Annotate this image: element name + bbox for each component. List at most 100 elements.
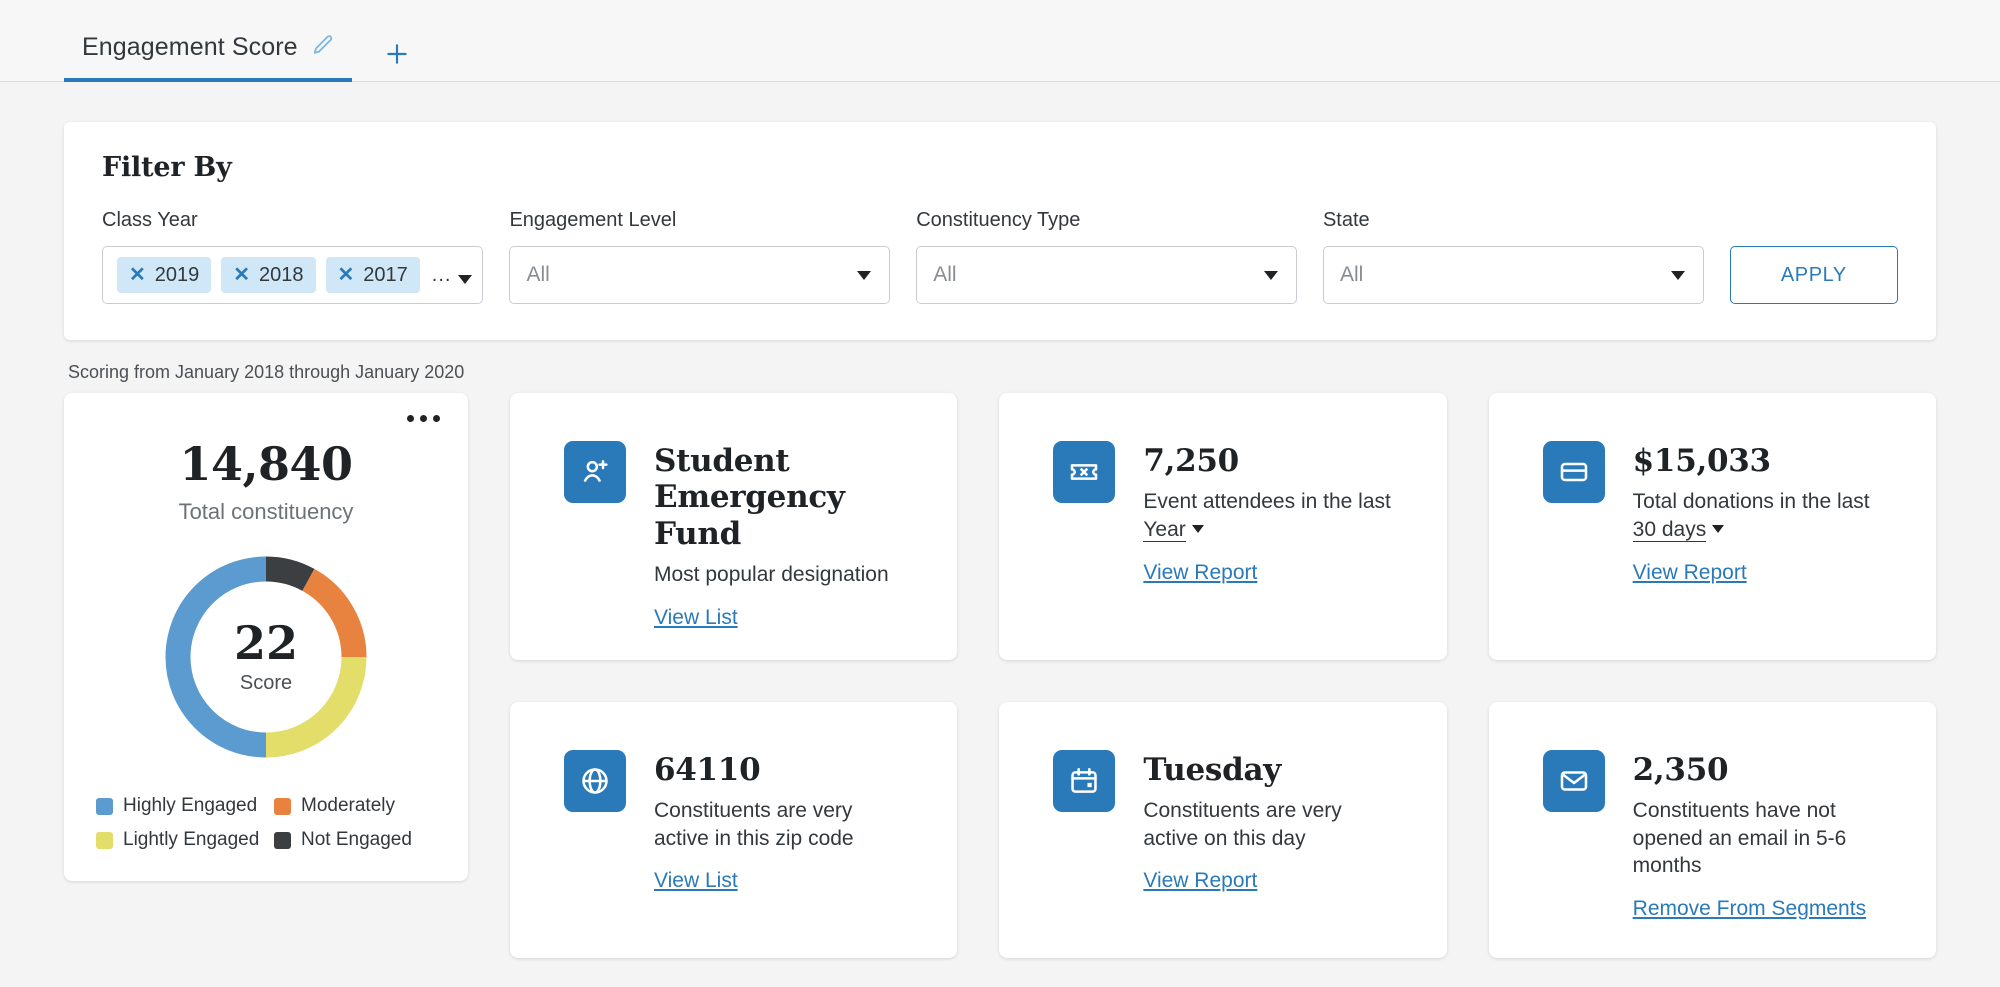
engagement-level-select[interactable]: All (509, 246, 891, 304)
legend-label: Highly Engaged (123, 795, 258, 816)
chevron-down-icon[interactable] (1191, 524, 1204, 533)
class-year-input[interactable]: ✕ 2019 ✕ 2018 ✕ 2017 ... (102, 246, 484, 304)
pencil-icon[interactable] (312, 34, 334, 61)
score-value: 22 (233, 615, 298, 670)
timeframe-dropdown[interactable]: Year (1143, 517, 1186, 542)
stat-card-active-day: Tuesday Constituents are very active on … (999, 701, 1447, 958)
total-constituency-label: Total constituency (178, 499, 354, 524)
filter-field-constituency-type: Constituency Type All (916, 209, 1297, 304)
chevron-down-icon[interactable] (1712, 524, 1725, 533)
close-icon[interactable]: ✕ (233, 265, 250, 285)
total-constituency-value: 14,840 (179, 437, 353, 491)
user-add-icon (564, 441, 626, 503)
legend-item-highly-engaged: Highly Engaged (96, 795, 264, 817)
engagement-score-card: 14,840 Total constituency 22 Score Highl… (64, 393, 468, 881)
legend-swatch (96, 797, 113, 815)
chart-legend: Highly Engaged Moderately Lightly Engage… (90, 795, 442, 851)
filter-panel: Filter By Class Year ✕ 2019 ✕ 2018 ✕ 201… (64, 122, 1936, 340)
stat-cards-grid: Student Emergency Fund Most popular desi… (510, 393, 1936, 958)
stat-description-text: Total donations in the last (1632, 490, 1870, 514)
filter-title: Filter By (102, 152, 232, 183)
stat-card-student-emergency-fund: Student Emergency Fund Most popular desi… (510, 393, 958, 660)
stat-description-text: Event attendees in the last (1143, 490, 1391, 514)
filter-field-state: State All (1322, 209, 1704, 304)
chevron-down-icon[interactable] (1263, 270, 1278, 280)
dashboard: 14,840 Total constituency 22 Score Highl… (64, 393, 1936, 958)
chip-2018[interactable]: ✕ 2018 (221, 257, 316, 293)
remove-from-segments-link[interactable]: Remove From Segments (1633, 897, 1866, 921)
score-label: Score (239, 671, 293, 694)
chip-2017[interactable]: ✕ 2017 (325, 257, 420, 293)
constituency-type-select[interactable]: All (916, 246, 1297, 304)
envelope-icon (1542, 749, 1605, 812)
view-report-link[interactable]: View Report (1143, 561, 1257, 585)
stat-card-event-attendees: 7,250 Event attendees in the last Year V… (999, 393, 1447, 660)
tab-engagement-score[interactable]: Engagement Score (64, 33, 352, 82)
tab-label: Engagement Score (82, 33, 298, 61)
stat-card-zip-code: 64110 Constituents are very active in th… (510, 701, 958, 958)
stat-body: 2,350 Constituents have not opened an em… (1633, 750, 1905, 928)
plus-icon (386, 44, 407, 64)
state-select[interactable]: All (1322, 246, 1704, 304)
stat-headline: $15,033 (1632, 443, 1771, 479)
stat-headline: 64110 (654, 751, 761, 788)
close-icon[interactable]: ✕ (338, 265, 355, 285)
add-tab-button[interactable] (374, 41, 420, 81)
calendar-icon (1053, 749, 1116, 812)
stat-body: $15,033 Total donations in the last 30 d… (1632, 441, 1885, 630)
legend-item-lightly-engaged: Lightly Engaged (96, 829, 264, 851)
donut-center: 22 Score (90, 547, 442, 767)
legend-label: Moderately (301, 795, 395, 816)
class-year-overflow[interactable]: ... (431, 264, 473, 286)
chip-label: 2017 (363, 263, 408, 286)
globe-icon (564, 749, 626, 812)
stat-body: Student Emergency Fund Most popular desi… (654, 441, 904, 630)
state-label: State (1322, 209, 1370, 231)
constituency-type-value: All (933, 263, 957, 286)
legend-swatch (274, 831, 291, 849)
kebab-menu-icon[interactable] (407, 415, 440, 422)
stat-description: Constituents have not opened an email in… (1632, 798, 1847, 878)
legend-item-not-engaged: Not Engaged (274, 829, 442, 851)
stat-description: Most popular designation (654, 562, 889, 586)
stat-description: Total donations in the last 30 days (1632, 488, 1885, 543)
stat-description: Constituents are very active on this day (1143, 798, 1342, 850)
stat-card-unopened-email: 2,350 Constituents have not opened an em… (1488, 701, 1936, 958)
legend-swatch (274, 797, 291, 815)
view-report-link[interactable]: View Report (1633, 561, 1747, 585)
donut-chart: 22 Score (90, 547, 442, 767)
ticket-icon (1053, 441, 1116, 503)
legend-item-moderately: Moderately (274, 795, 442, 817)
filter-field-engagement-level: Engagement Level All (509, 209, 891, 304)
stat-body: Tuesday Constituents are very active on … (1143, 750, 1375, 928)
chevron-down-icon[interactable] (1670, 270, 1685, 280)
stat-headline: Tuesday (1143, 751, 1281, 788)
legend-swatch (96, 831, 113, 849)
stat-body: 64110 Constituents are very active in th… (654, 750, 904, 928)
chip-label: 2019 (154, 263, 200, 286)
close-icon[interactable]: ✕ (129, 265, 146, 285)
stat-body: 7,250 Event attendees in the last Year V… (1143, 441, 1393, 630)
legend-label: Lightly Engaged (123, 829, 260, 850)
credit-card-icon (1542, 441, 1605, 503)
apply-button[interactable]: APPLY (1729, 246, 1898, 304)
tab-bar: Engagement Score (0, 0, 2000, 82)
stat-headline: Student Emergency Fund (654, 443, 845, 552)
view-report-link[interactable]: View Report (1143, 869, 1257, 893)
chevron-down-icon[interactable] (458, 275, 473, 284)
stat-description: Event attendees in the last Year (1143, 488, 1393, 543)
overflow-label: ... (431, 264, 452, 286)
scoring-note: Scoring from January 2018 through Januar… (68, 362, 465, 382)
chip-2019[interactable]: ✕ 2019 (117, 257, 212, 293)
view-list-link[interactable]: View List (654, 869, 738, 893)
engagement-level-label: Engagement Level (509, 209, 677, 231)
timeframe-dropdown[interactable]: 30 days (1632, 517, 1707, 542)
stat-card-total-donations: $15,033 Total donations in the last 30 d… (1488, 393, 1936, 660)
stat-description: Constituents are very active in this zip… (654, 798, 854, 850)
stat-headline: 2,350 (1632, 751, 1729, 788)
chevron-down-icon[interactable] (857, 270, 872, 280)
stat-headline: 7,250 (1143, 443, 1239, 479)
state-value: All (1339, 263, 1364, 286)
chip-label: 2018 (259, 263, 304, 286)
view-list-link[interactable]: View List (654, 606, 738, 630)
